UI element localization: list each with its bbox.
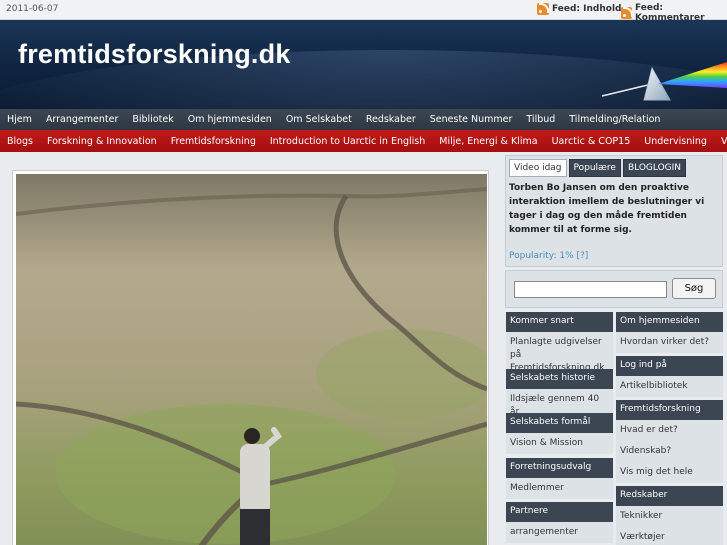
box-link[interactable]: Teknikker xyxy=(616,506,723,527)
search-widget: Søg xyxy=(505,270,723,308)
video-widget: Video idag Populære BLOGLOGIN Torben Bo … xyxy=(505,155,723,267)
box-title: Kommer snart xyxy=(506,312,613,332)
topic-item-blogs[interactable]: Blogs xyxy=(0,136,40,147)
site-title[interactable]: fremtidsforskning.dk xyxy=(18,39,291,70)
topic-item-videos[interactable]: Videos xyxy=(714,136,727,147)
topic-item-uarctic-cop15[interactable]: Uarctic & COP15 xyxy=(545,136,638,147)
site-header: fremtidsforskning.dk xyxy=(0,20,727,109)
rss-icon xyxy=(537,3,549,15)
box-link[interactable]: Værktøjer xyxy=(616,527,723,545)
nav-item-tilmelding[interactable]: Tilmelding/Relation xyxy=(562,114,667,125)
popularity-label: Popularity: 1% xyxy=(509,251,574,261)
current-date: 2011-06-07 xyxy=(6,4,59,14)
nav-item-redskaber[interactable]: Redskaber xyxy=(359,114,423,125)
nav-item-arrangementer[interactable]: Arrangementer xyxy=(39,114,125,125)
box-link[interactable]: Videnskab? xyxy=(616,441,723,462)
box-link[interactable]: Vis mig det hele xyxy=(616,462,723,483)
topic-nav: Blogs Forskning & Innovation Fremtidsfor… xyxy=(0,130,727,152)
box-title: Forretningsudvalg xyxy=(506,458,613,478)
box-redskaber: Redskaber Teknikker Værktøjer xyxy=(616,486,723,545)
feed-content-link[interactable]: Feed: Indhold xyxy=(537,3,621,15)
box-selskabets-formaal: Selskabets formål Vision & Mission xyxy=(506,413,613,454)
topic-item-milje[interactable]: Milje, Energi & Klima xyxy=(432,136,544,147)
box-link[interactable]: Medlemmer xyxy=(506,478,613,499)
box-link[interactable]: arrangementer xyxy=(506,522,613,543)
topic-item-forskning[interactable]: Forskning & Innovation xyxy=(40,136,164,147)
featured-image-frame xyxy=(12,170,489,545)
box-title: Log ind på xyxy=(616,356,723,376)
box-fremtidsforskning: Fremtidsforskning Hvad er det? Videnskab… xyxy=(616,400,723,483)
nav-item-om-hjemmesiden[interactable]: Om hjemmesiden xyxy=(181,114,279,125)
box-title: Om hjemmesiden xyxy=(616,312,723,332)
featured-image[interactable] xyxy=(16,174,487,545)
box-link[interactable]: Hvordan virker det? xyxy=(616,332,723,353)
crossroads-illustration xyxy=(16,174,487,545)
popularity-help-link[interactable]: [?] xyxy=(577,251,589,261)
topic-item-uarctic-english[interactable]: Introduction to Uarctic in English xyxy=(263,136,432,147)
search-button[interactable]: Søg xyxy=(672,278,716,299)
box-title: Redskaber xyxy=(616,486,723,506)
topic-item-undervisning[interactable]: Undervisning xyxy=(637,136,714,147)
prism-icon xyxy=(601,62,727,101)
nav-item-hjem[interactable]: Hjem xyxy=(0,114,39,125)
topic-item-fremtidsforskning[interactable]: Fremtidsforskning xyxy=(164,136,263,147)
search-input[interactable] xyxy=(514,281,667,298)
tab-populaere[interactable]: Populære xyxy=(568,159,621,177)
top-bar: 2011-06-07 Feed: Indhold Feed: Kommentar… xyxy=(0,0,727,23)
nav-item-tilbud[interactable]: Tilbud xyxy=(519,114,562,125)
video-tabs: Video idag Populære BLOGLOGIN xyxy=(506,156,722,177)
box-link[interactable]: Vision & Mission xyxy=(506,433,613,454)
main-nav: Hjem Arrangementer Bibliotek Om hjemmesi… xyxy=(0,109,727,130)
box-title: Selskabets historie xyxy=(506,369,613,389)
nav-item-seneste-nummer[interactable]: Seneste Nummer xyxy=(423,114,520,125)
nav-item-om-selskabet[interactable]: Om Selskabet xyxy=(279,114,359,125)
box-link[interactable]: Artikelbibliotek xyxy=(616,376,723,397)
box-log-ind: Log ind på Artikelbibliotek xyxy=(616,356,723,397)
box-link[interactable]: Hvad er det? xyxy=(616,420,723,441)
nav-item-bibliotek[interactable]: Bibliotek xyxy=(125,114,180,125)
popularity-indicator: Popularity: 1% [?] xyxy=(509,251,588,261)
feed-content-label: Feed: Indhold xyxy=(552,4,622,14)
box-title: Partnere xyxy=(506,502,613,522)
box-title: Selskabets formål xyxy=(506,413,613,433)
box-forretningsudvalg: Forretningsudvalg Medlemmer xyxy=(506,458,613,499)
rss-icon xyxy=(621,7,632,19)
box-partnere: Partnere arrangementer xyxy=(506,502,613,543)
tab-video-idag[interactable]: Video idag xyxy=(509,159,567,177)
box-om-hjemmesiden: Om hjemmesiden Hvordan virker det? xyxy=(616,312,723,353)
tab-bloglogin[interactable]: BLOGLOGIN xyxy=(622,159,687,177)
video-description[interactable]: Torben Bo Jansen om den proaktive intera… xyxy=(506,177,722,237)
box-title: Fremtidsforskning xyxy=(616,400,723,420)
